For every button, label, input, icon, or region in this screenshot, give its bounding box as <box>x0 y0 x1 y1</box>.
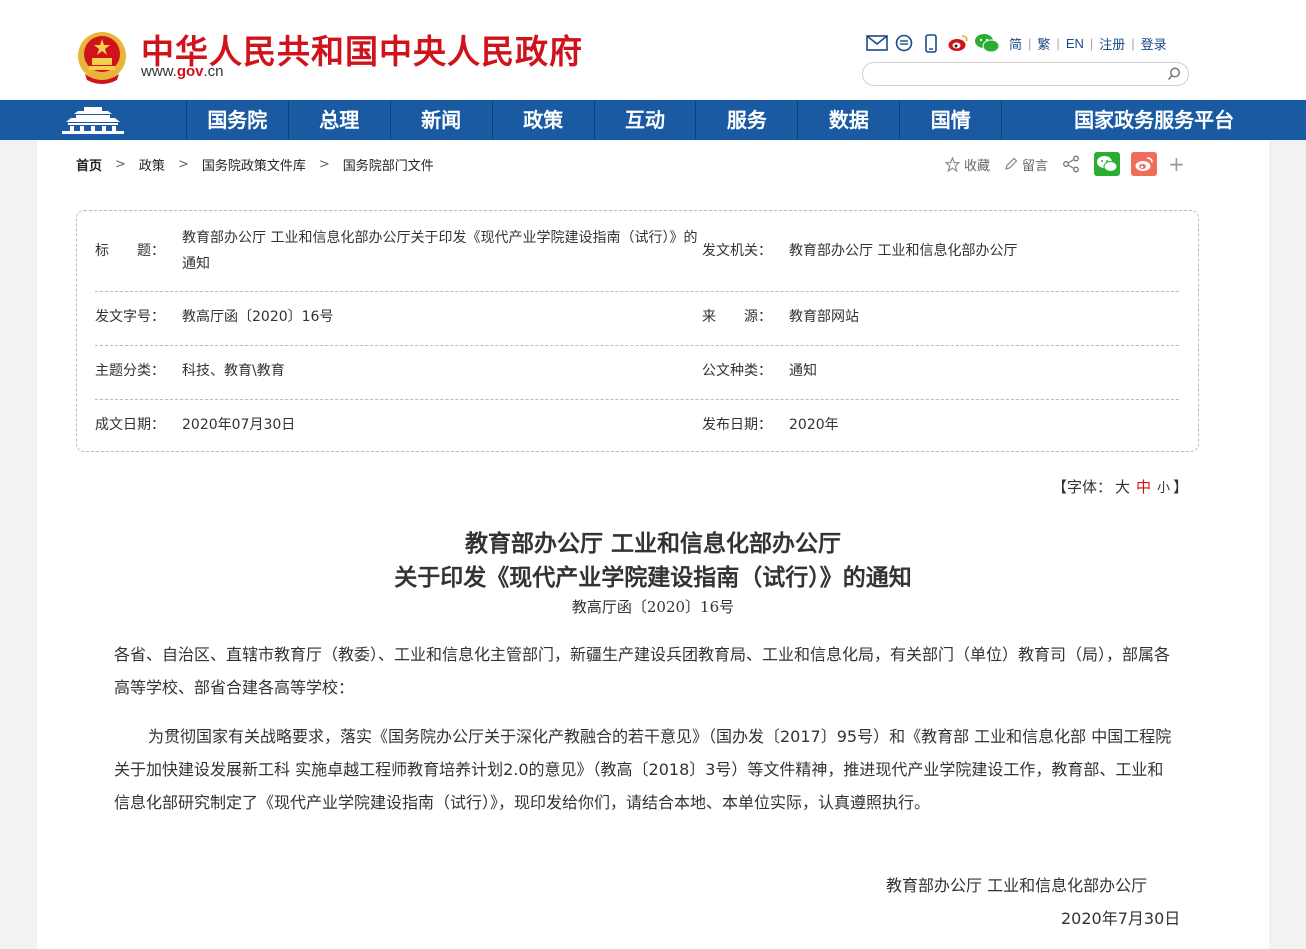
info-row-dates: 成文日期： 2020年07月30日 发布日期： 2020年 <box>95 399 1179 449</box>
comment-label: 留言 <box>1022 158 1049 174</box>
info-row-title: 标 题： 教育部办公厅 工业和信息化部办公厅关于印发《现代产业学院建设指南（试行… <box>95 223 1179 292</box>
favorite-button[interactable]: 收藏 <box>945 155 990 174</box>
info-row-topic: 主题分类： 科技、教育\教育 公文种类： 通知 <box>95 345 1179 400</box>
url-gov: gov <box>176 63 204 80</box>
search-input[interactable] <box>873 65 1157 84</box>
nav-item-national-info[interactable]: 国情 <box>899 100 1001 140</box>
nav-item-premier[interactable]: 总理 <box>287 100 390 140</box>
lang-links: 简 | 繁 | EN | 注册 | 登录 <box>1009 34 1167 53</box>
national-emblem-icon[interactable] <box>77 30 127 84</box>
written-date-label: 成文日期： <box>95 417 165 433</box>
issuer-value: 教育部办公厅 工业和信息化部办公厅 <box>789 243 1018 259</box>
type-value: 通知 <box>789 363 817 379</box>
nav-home-icon[interactable] <box>0 100 186 140</box>
breadcrumb-department-docs[interactable]: 国务院部门文件 <box>343 155 434 174</box>
title-value: 教育部办公厅 工业和信息化部办公厅关于印发《现代产业学院建设指南（试行）》的通知 <box>182 230 698 272</box>
article-date: 2020年7月30日 <box>1061 909 1181 928</box>
published-date-value: 2020年 <box>789 417 839 433</box>
share-icon <box>1063 155 1079 173</box>
docno-label: 发文字号： <box>95 309 165 325</box>
top-tools: 简 | 繁 | EN | 注册 | 登录 <box>866 32 1167 54</box>
written-date-value: 2020年07月30日 <box>182 417 296 433</box>
star-icon <box>945 156 960 172</box>
chevron-right-icon: > <box>177 157 189 172</box>
article-title-line1: 教育部办公厅 工业和信息化部办公厅 <box>464 530 841 557</box>
font-size-switch: 【字体：大中小】 <box>1052 476 1188 497</box>
wechat-icon[interactable] <box>974 33 1000 53</box>
separator: | <box>1131 35 1135 51</box>
source-value: 教育部网站 <box>789 309 859 325</box>
separator: | <box>1056 35 1060 51</box>
topic-label: 主题分类： <box>95 363 165 379</box>
share-wechat-button[interactable] <box>1094 152 1121 176</box>
weibo-icon <box>1135 157 1153 171</box>
mail-icon[interactable] <box>866 33 888 53</box>
source-label: 来 源： <box>702 309 772 325</box>
font-size-small[interactable]: 小 <box>1157 481 1170 496</box>
info-row-docno: 发文字号： 教高厅函〔2020〕16号 来 源： 教育部网站 <box>95 291 1179 346</box>
url-suffix: .cn <box>203 63 224 80</box>
article-signature: 教育部办公厅 工业和信息化部办公厅 <box>886 876 1148 895</box>
more-share-button[interactable]: + <box>1168 152 1185 176</box>
issuer-label: 发文机关： <box>702 243 772 259</box>
favorite-label: 收藏 <box>964 158 991 174</box>
article-doc-number: 教高厅函〔2020〕16号 <box>571 598 735 616</box>
nav-item-gov-service-platform[interactable]: 国家政务服务平台 <box>1001 100 1306 140</box>
chevron-right-icon: > <box>318 157 330 172</box>
separator: | <box>1028 35 1032 51</box>
article-body: 为贯彻国家有关战略要求，落实《国务院办公厅关于深化产教融合的若干意见》（国办发〔… <box>114 727 1172 812</box>
wechat-icon <box>1097 156 1118 172</box>
document-info-box: 标 题： 教育部办公厅 工业和信息化部办公厅关于印发《现代产业学院建设指南（试行… <box>76 210 1199 452</box>
weibo-icon[interactable] <box>947 33 969 53</box>
nav-item-services[interactable]: 服务 <box>695 100 797 140</box>
type-label: 公文种类： <box>702 363 772 379</box>
message-icon[interactable] <box>893 33 915 53</box>
search-icon[interactable] <box>1166 66 1182 82</box>
pencil-icon <box>1005 157 1018 170</box>
register-link[interactable]: 注册 <box>1099 34 1125 53</box>
url-prefix: www. <box>141 63 177 80</box>
share-button[interactable] <box>1062 155 1084 173</box>
search-box <box>862 62 1189 86</box>
site-url[interactable]: www.gov.cn <box>141 63 224 80</box>
nav-item-news[interactable]: 新闻 <box>389 100 492 140</box>
nav-item-interaction[interactable]: 互动 <box>593 100 696 140</box>
separator: | <box>1089 35 1094 51</box>
lang-english-link[interactable]: EN <box>1066 36 1084 51</box>
nav-item-state-council[interactable]: 国务院 <box>185 100 288 140</box>
mobile-icon[interactable] <box>920 33 942 53</box>
breadcrumb-policy-library[interactable]: 国务院政策文件库 <box>202 155 306 174</box>
font-size-suffix: 】 <box>1173 478 1189 496</box>
nav-item-data[interactable]: 数据 <box>797 100 899 140</box>
site-header: 中华人民共和国中央人民政府 www.gov.cn 简 | 繁 | EN | 注册… <box>0 0 1306 100</box>
article-salutation: 各省、自治区、直辖市教育厅（教委）、工业和信息化主管部门，新疆生产建设兵团教育局… <box>114 645 1171 697</box>
font-size-prefix: 【字体： <box>1052 478 1113 496</box>
breadcrumb-home[interactable]: 首页 <box>76 155 102 174</box>
title-label: 标 题： <box>95 243 165 259</box>
published-date-label: 发布日期： <box>702 417 772 433</box>
topic-value: 科技、教育\教育 <box>182 363 285 379</box>
docno-value: 教高厅函〔2020〕16号 <box>182 309 334 325</box>
article-title-line2: 关于印发《现代产业学院建设指南（试行）》的通知 <box>394 564 912 591</box>
share-weibo-button[interactable] <box>1131 152 1158 176</box>
breadcrumb: 首页 > 政策 > 国务院政策文件库 > 国务院部门文件 <box>76 155 434 174</box>
lang-simplified-link[interactable]: 简 <box>1009 34 1022 53</box>
font-size-medium[interactable]: 中 <box>1136 478 1151 496</box>
font-size-large[interactable]: 大 <box>1115 478 1130 496</box>
chevron-right-icon: > <box>115 157 126 172</box>
nav-item-policy[interactable]: 政策 <box>491 100 594 140</box>
breadcrumb-policy[interactable]: 政策 <box>139 155 165 174</box>
comment-button[interactable]: 留言 <box>1004 155 1048 174</box>
main-nav: 国务院 总理 新闻 政策 互动 服务 数据 国情 国家政务服务平台 <box>0 100 1306 140</box>
login-link[interactable]: 登录 <box>1141 34 1167 53</box>
lang-traditional-link[interactable]: 繁 <box>1037 34 1050 53</box>
share-bar: 收藏 留言 + <box>945 151 1185 177</box>
